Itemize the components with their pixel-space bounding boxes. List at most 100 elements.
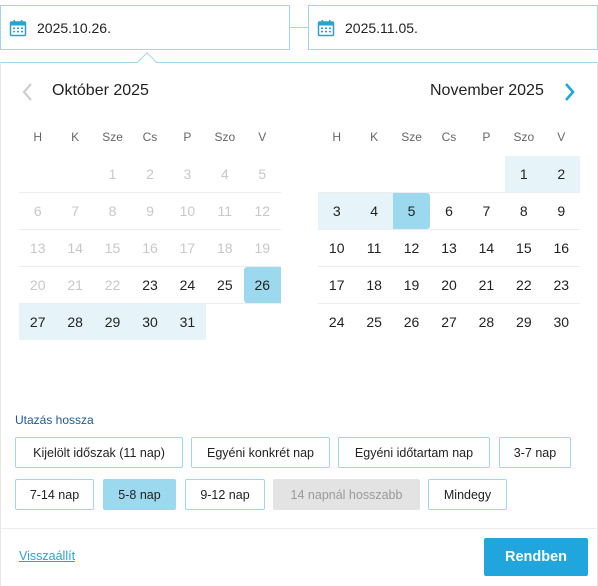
calendar-october: H K Sze Cs P Szo V 1 2 3 4 5 6 7 8 9 10 … xyxy=(19,118,281,341)
day-cell[interactable]: 10 xyxy=(318,230,355,266)
week-row: 10 11 12 13 14 15 16 xyxy=(318,230,580,267)
day-cell[interactable]: 6 xyxy=(430,193,467,229)
ok-button[interactable]: Rendben xyxy=(484,538,588,576)
day-cell-in-range[interactable]: 31 xyxy=(168,304,207,340)
day-cell[interactable]: 9 xyxy=(543,193,580,229)
day-cell-empty xyxy=(244,304,281,340)
day-cell[interactable]: 19 xyxy=(393,267,430,303)
day-cell: 17 xyxy=(179,240,196,256)
day-cell[interactable]: 11 xyxy=(355,230,392,266)
day-cell-empty xyxy=(393,156,430,192)
day-cell: 22 xyxy=(104,277,121,293)
week-row: 6 7 8 9 10 11 12 xyxy=(19,193,281,230)
day-cell[interactable]: 30 xyxy=(543,304,580,340)
day-cell[interactable]: 21 xyxy=(468,267,505,303)
weekday-label: Szo xyxy=(513,130,535,144)
duration-option-5-8[interactable]: 5-8 nap xyxy=(103,479,176,510)
duration-option-14-plus: 14 napnál hosszabb xyxy=(273,479,420,510)
day-cell-in-range[interactable]: 4 xyxy=(355,193,393,229)
day-cell[interactable]: 8 xyxy=(505,193,542,229)
day-cell: 18 xyxy=(217,240,233,256)
day-cell: 5 xyxy=(258,166,267,182)
day-cell[interactable]: 23 xyxy=(131,267,168,303)
day-cell: 3 xyxy=(183,166,192,182)
day-cell[interactable]: 23 xyxy=(543,267,580,303)
day-cell: 7 xyxy=(71,203,80,219)
day-cell[interactable]: 25 xyxy=(206,267,243,303)
weekday-label: Cs xyxy=(142,130,158,144)
week-row: 1 2 xyxy=(318,156,580,193)
duration-option-7-14[interactable]: 7-14 nap xyxy=(15,479,94,510)
weekday-label: Cs xyxy=(441,130,457,144)
week-row: 27 28 29 30 31 xyxy=(19,304,281,341)
weekday-header: H K Sze Cs P Szo V xyxy=(19,118,281,156)
month-title-left: Október 2025 xyxy=(52,82,149,99)
weekday-label: K xyxy=(71,130,80,144)
day-cell[interactable]: 14 xyxy=(468,230,505,266)
day-cell[interactable]: 28 xyxy=(468,304,505,340)
weekday-label: Sze xyxy=(102,130,123,144)
start-date-field[interactable]: 2025.10.26. xyxy=(0,5,290,50)
day-cell: 15 xyxy=(104,240,121,256)
duration-option-selected-period[interactable]: Kijelölt időszak (11 nap) xyxy=(15,437,183,468)
weekday-label: H xyxy=(332,130,342,144)
duration-option-any[interactable]: Mindegy xyxy=(428,479,507,510)
day-cell[interactable]: 18 xyxy=(355,267,392,303)
chevron-right-icon[interactable] xyxy=(561,82,577,102)
day-cell[interactable]: 25 xyxy=(355,304,392,340)
duration-option-custom-range[interactable]: Egyéni időtartam nap xyxy=(338,437,490,468)
month-title-right: November 2025 xyxy=(430,82,544,99)
day-cell[interactable]: 15 xyxy=(505,230,542,266)
day-cell-empty xyxy=(430,156,467,192)
week-row: 1 2 3 4 5 xyxy=(19,156,281,193)
day-cell[interactable]: 7 xyxy=(468,193,505,229)
day-cell-in-range[interactable]: 28 xyxy=(56,304,94,340)
footer-divider xyxy=(0,528,598,529)
end-date-value: 2025.11.05. xyxy=(345,19,418,36)
day-cell-in-range[interactable]: 29 xyxy=(93,304,132,340)
weekday-label: Sze xyxy=(401,130,422,144)
day-cell[interactable]: 24 xyxy=(318,304,355,340)
day-cell: 9 xyxy=(146,203,154,219)
week-row: 3 4 5 6 7 8 9 xyxy=(318,193,580,230)
day-cell[interactable]: 22 xyxy=(505,267,542,303)
day-cell-range-end[interactable]: 5 xyxy=(392,193,431,229)
reset-link[interactable]: Visszaállít xyxy=(19,549,75,563)
day-cell: 12 xyxy=(254,203,271,219)
day-cell: 6 xyxy=(33,203,42,219)
day-cell-empty xyxy=(318,156,355,192)
calendar-november: H K Sze Cs P Szo V 1 2 3 4 5 6 7 8 9 10 … xyxy=(318,118,580,341)
chevron-left-icon[interactable] xyxy=(20,82,36,102)
day-cell: 2 xyxy=(146,166,154,182)
day-cell: 11 xyxy=(217,203,233,219)
day-cell: 21 xyxy=(67,277,83,293)
end-date-field[interactable]: 2025.11.05. xyxy=(308,5,598,50)
day-cell-in-range[interactable]: 27 xyxy=(19,304,57,340)
calendar-icon xyxy=(9,19,27,37)
day-cell-in-range[interactable]: 1 xyxy=(505,156,543,192)
weekday-label: P xyxy=(183,130,192,144)
day-cell[interactable]: 12 xyxy=(393,230,430,266)
day-cell: 20 xyxy=(29,277,46,293)
day-cell-in-range[interactable]: 3 xyxy=(318,193,356,229)
day-cell: 4 xyxy=(220,166,229,182)
day-cell[interactable]: 26 xyxy=(393,304,430,340)
day-cell-empty xyxy=(355,156,392,192)
day-cell[interactable]: 27 xyxy=(430,304,467,340)
day-cell[interactable]: 29 xyxy=(505,304,542,340)
day-cell[interactable]: 24 xyxy=(169,267,206,303)
day-cell-in-range[interactable]: 30 xyxy=(131,304,169,340)
day-cell: 1 xyxy=(108,166,117,182)
date-connector xyxy=(290,27,308,28)
day-cell[interactable]: 16 xyxy=(543,230,580,266)
day-cell[interactable]: 20 xyxy=(430,267,467,303)
duration-option-9-12[interactable]: 9-12 nap xyxy=(185,479,265,510)
duration-option-custom-day[interactable]: Egyéni konkrét nap xyxy=(191,437,330,468)
day-cell[interactable]: 13 xyxy=(430,230,467,266)
day-cell-in-range[interactable]: 2 xyxy=(542,156,580,192)
day-cell[interactable]: 17 xyxy=(318,267,355,303)
duration-option-3-7[interactable]: 3-7 nap xyxy=(499,437,571,468)
day-cell-range-start[interactable]: 26 xyxy=(243,267,281,303)
week-row: 13 14 15 16 17 18 19 xyxy=(19,230,281,267)
day-cell-empty xyxy=(19,156,56,192)
